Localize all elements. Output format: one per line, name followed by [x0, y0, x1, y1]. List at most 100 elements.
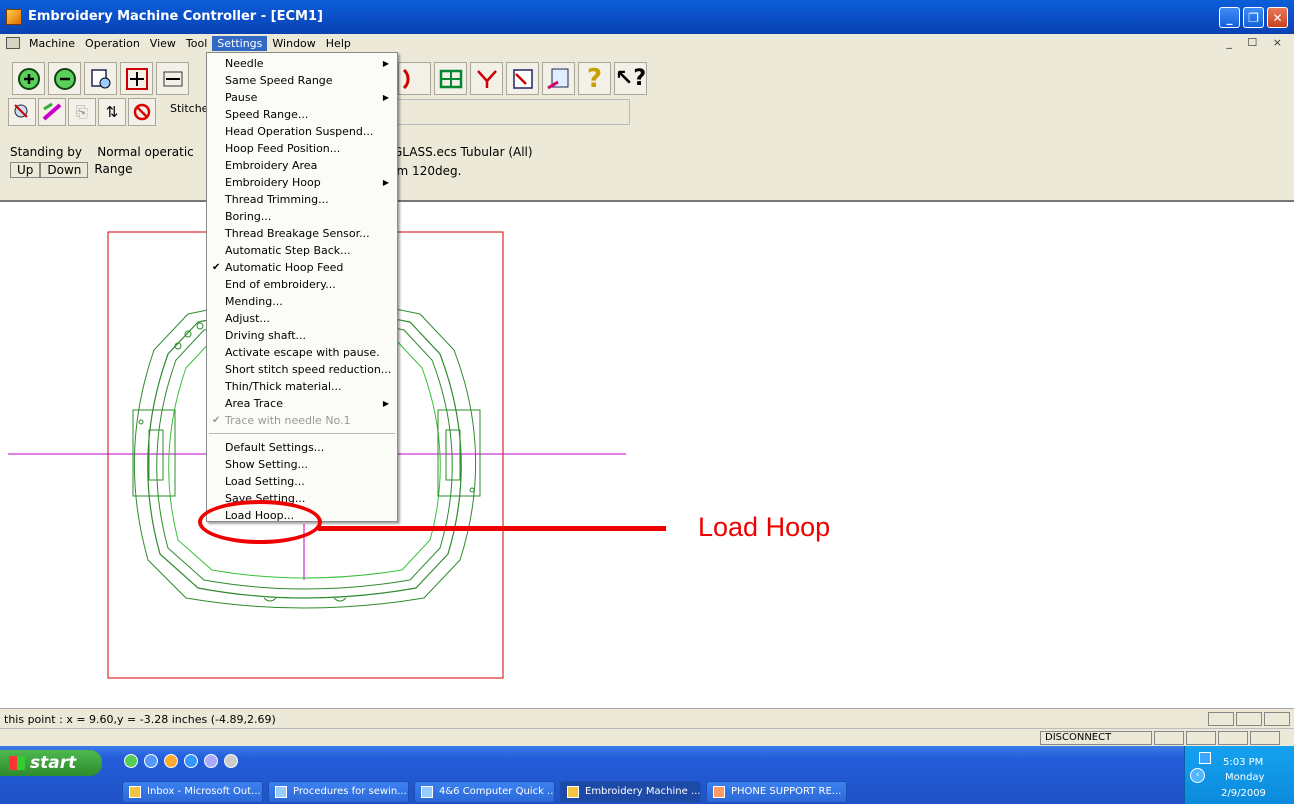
menu-machine[interactable]: Machine — [24, 36, 80, 51]
zoom-window-icon[interactable] — [84, 62, 117, 95]
circle-tool-icon[interactable] — [398, 62, 431, 95]
menu-item-pause[interactable]: Pause ▶ — [207, 89, 397, 106]
menu-item-thread-breakage-sensor[interactable]: Thread Breakage Sensor... — [207, 225, 397, 242]
menu-item-show-setting[interactable]: Show Setting... — [207, 456, 397, 473]
range-label: Range — [94, 162, 133, 176]
angle-tool-icon[interactable] — [506, 62, 539, 95]
window-controls: _ ❐ ✕ — [1219, 7, 1288, 28]
coord-panel — [1208, 712, 1234, 726]
close-button[interactable]: ✕ — [1267, 7, 1288, 28]
menu-window[interactable]: Window — [267, 36, 320, 51]
menu-item-driving-shaft[interactable]: Driving shaft... — [207, 327, 397, 344]
task-label: PHONE SUPPORT RE... — [731, 786, 842, 797]
clock-date: 2/9/2009 — [1221, 788, 1266, 799]
context-help-icon[interactable]: ↖? — [614, 62, 647, 95]
desktop-icon[interactable] — [184, 754, 198, 768]
menu-item-label: Needle — [225, 57, 264, 70]
menu-item-speed-range[interactable]: Speed Range... — [207, 106, 397, 123]
up-button[interactable]: Up — [10, 162, 41, 178]
menu-item-load-setting[interactable]: Load Setting... — [207, 473, 397, 490]
status-panel — [1250, 731, 1280, 745]
menu-item-adjust[interactable]: Adjust... — [207, 310, 397, 327]
media-icon[interactable] — [204, 754, 218, 768]
app-icon[interactable] — [6, 9, 22, 25]
menu-item-automatic-step-back[interactable]: Automatic Step Back... — [207, 242, 397, 259]
menu-item-area-trace[interactable]: Area Trace ▶ — [207, 395, 397, 412]
fit-all-icon[interactable] — [120, 62, 153, 95]
quick-launch — [124, 754, 238, 768]
powerpoint-task-icon — [713, 786, 725, 798]
menu-item-short-stitch-speed-reduction[interactable]: Short stitch speed reduction... — [207, 361, 397, 378]
quicklaunch-icon[interactable] — [124, 754, 138, 768]
fit-width-icon[interactable] — [156, 62, 189, 95]
coordinate-readout: this point : x = 9.60,y = -3.28 inches (… — [4, 713, 276, 726]
menu-item-end-of-embroidery[interactable]: End of embroidery... — [207, 276, 397, 293]
mdi-controls[interactable]: _ ☐ × — [1226, 36, 1288, 49]
submenu-arrow-icon: ▶ — [382, 93, 389, 102]
color-view-icon[interactable] — [38, 98, 66, 126]
menu-item-default-settings[interactable]: Default Settings... — [207, 439, 397, 456]
submenu-arrow-icon: ▶ — [382, 178, 389, 187]
menu-item-needle[interactable]: Needle ▶ — [207, 55, 397, 72]
task-computer-quick[interactable]: 4&6 Computer Quick ... — [414, 781, 555, 803]
menu-tool[interactable]: Tool — [181, 36, 212, 51]
design-list-icon[interactable] — [542, 62, 575, 95]
secondary-toolbar: ? ↖? — [398, 62, 647, 95]
menu-item-label: Same Speed Range — [225, 74, 333, 87]
clock-time[interactable]: 5:03 PM — [1223, 757, 1263, 768]
document-icon[interactable] — [6, 37, 20, 49]
show-hidden-icons-button[interactable]: ‹ — [1190, 768, 1205, 783]
zoom-out-icon[interactable] — [48, 62, 81, 95]
coordinate-bar: this point : x = 9.60,y = -3.28 inches (… — [0, 708, 1294, 728]
menu-item-head-operation-suspend[interactable]: Head Operation Suspend... — [207, 123, 397, 140]
operation-mode: Normal operatic — [97, 145, 194, 159]
outlook-icon[interactable] — [164, 754, 178, 768]
network-icon[interactable] — [1199, 752, 1211, 764]
down-button[interactable]: Down — [40, 162, 89, 178]
app-quick-icon[interactable] — [224, 754, 238, 768]
menu-settings[interactable]: Settings — [212, 35, 268, 51]
coordinate-panels — [1208, 712, 1290, 726]
menu-item-automatic-hoop-feed[interactable]: ✔ Automatic Hoop Feed — [207, 259, 397, 276]
right-bracket — [437, 409, 481, 497]
status-panel — [1154, 731, 1184, 745]
zoom-in-icon[interactable] — [12, 62, 45, 95]
menu-item-label: Speed Range... — [225, 108, 309, 121]
menu-item-activate-escape-with-pause[interactable]: Activate escape with pause. — [207, 344, 397, 361]
help-icon[interactable]: ? — [578, 62, 611, 95]
menu-item-hoop-feed-position[interactable]: Hoop Feed Position... — [207, 140, 397, 157]
menu-operation[interactable]: Operation — [80, 36, 145, 51]
task-procedures[interactable]: Procedures for sewin... — [268, 781, 409, 803]
task-phone-support[interactable]: PHONE SUPPORT RE... — [706, 781, 847, 803]
menu-item-mending[interactable]: Mending... — [207, 293, 397, 310]
branch-tool-icon[interactable] — [470, 62, 503, 95]
range-controls: Up Down Range — [10, 162, 132, 178]
start-button[interactable]: start — [0, 750, 102, 776]
menu-item-embroidery-hoop[interactable]: Embroidery Hoop ▶ — [207, 174, 397, 191]
menu-item-same-speed-range[interactable]: Same Speed Range — [207, 72, 397, 89]
menu-item-label: Hoop Feed Position... — [225, 142, 341, 155]
grid-tool-icon[interactable] — [434, 62, 467, 95]
menu-help[interactable]: Help — [321, 36, 356, 51]
task-embroidery-machine[interactable]: Embroidery Machine ... — [560, 781, 701, 803]
stitch-view-icon[interactable] — [8, 98, 36, 126]
menu-view[interactable]: View — [145, 36, 181, 51]
menu-item-label: Automatic Hoop Feed — [225, 261, 344, 274]
ie-icon[interactable] — [144, 754, 158, 768]
menu-item-boring[interactable]: Boring... — [207, 208, 397, 225]
copy-icon[interactable]: ⎘ — [68, 98, 96, 126]
minimize-button[interactable]: _ — [1219, 7, 1240, 28]
maximize-button[interactable]: ❐ — [1243, 7, 1264, 28]
sort-icon[interactable]: ⇅ — [98, 98, 126, 126]
settings-dropdown-menu: Needle ▶ Same Speed Range Pause ▶ Speed Range… — [206, 52, 398, 522]
task-inbox[interactable]: Inbox - Microsoft Out... — [122, 781, 263, 803]
menu-item-embroidery-area[interactable]: Embroidery Area — [207, 157, 397, 174]
menu-item-label: Embroidery Area — [225, 159, 318, 172]
stop-icon[interactable] — [128, 98, 156, 126]
design-canvas[interactable] — [8, 204, 1294, 708]
status-panel — [1186, 731, 1216, 745]
menu-item-thin-thick-material[interactable]: Thin/Thick material... — [207, 378, 397, 395]
menu-item-thread-trimming[interactable]: Thread Trimming... — [207, 191, 397, 208]
embroidery-task-icon — [567, 786, 579, 798]
design-file-info: NGLASS.ecs Tubular (All) — [384, 145, 533, 159]
